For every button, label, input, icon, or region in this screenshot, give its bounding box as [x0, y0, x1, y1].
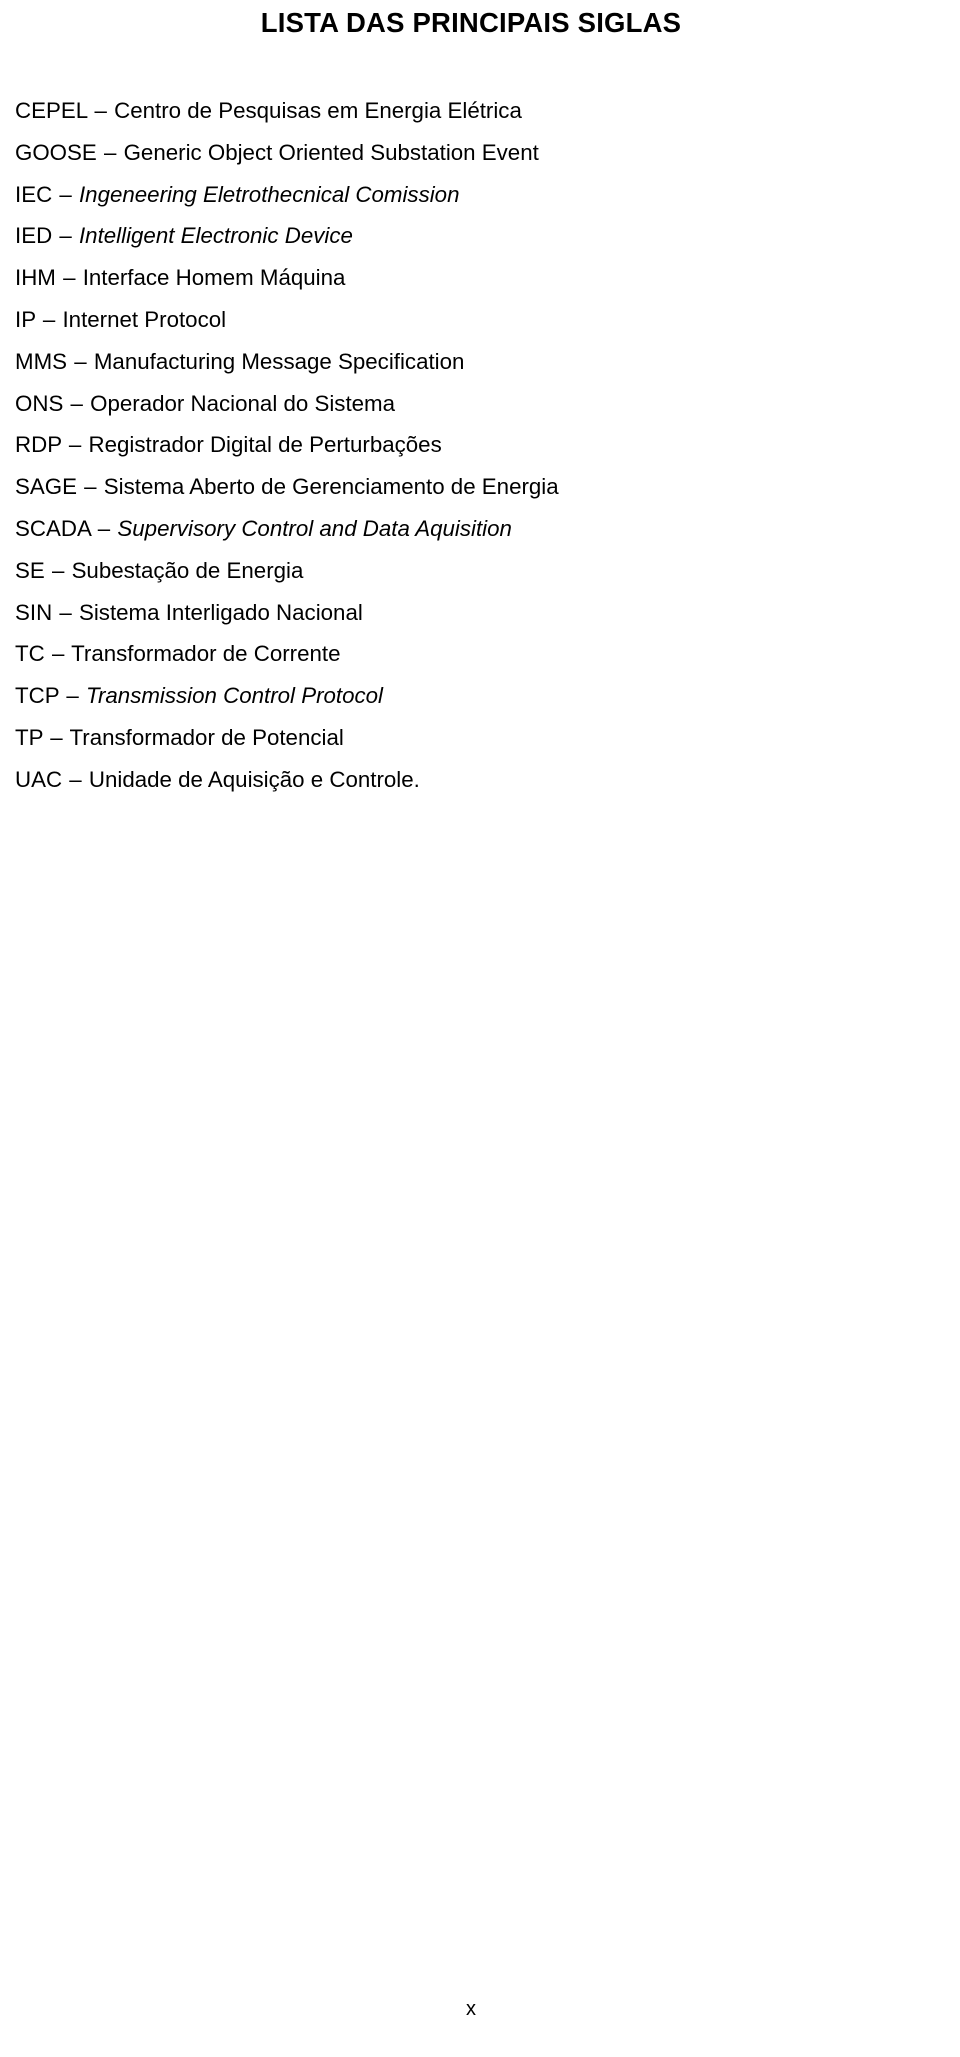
abbreviation-term: SCADA — [15, 515, 91, 541]
list-item: UAC – Unidade de Aquisição e Controle. — [15, 759, 960, 801]
abbreviation-term: IP — [15, 306, 36, 332]
list-item: SE – Subestação de Energia — [15, 550, 960, 592]
dash-separator: – — [63, 265, 76, 291]
list-item: SCADA – Supervisory Control and Data Aqu… — [15, 508, 960, 550]
dash-separator: – — [50, 724, 63, 750]
abbreviation-term: SIN — [15, 599, 53, 625]
abbreviation-definition: Subestação de Energia — [71, 557, 304, 583]
dash-separator: – — [42, 306, 56, 332]
abbreviation-definition: Manufacturing Message Specification — [93, 348, 465, 374]
abbreviation-term: RDP — [15, 432, 62, 458]
list-item: SAGE – Sistema Aberto de Gerenciamento d… — [15, 466, 960, 508]
dash-separator: – — [84, 474, 97, 500]
abbreviation-term: SE — [15, 557, 45, 583]
page-number: x — [466, 1998, 476, 2020]
abbreviation-term: GOOSE — [15, 139, 97, 165]
abbreviation-definition: Interface Homem Máquina — [82, 265, 346, 291]
dash-separator: – — [59, 599, 72, 625]
list-item: MMS – Manufacturing Message Specificatio… — [15, 341, 960, 383]
dash-separator: – — [59, 223, 72, 249]
dash-separator: – — [70, 390, 83, 416]
abbreviation-definition: Registrador Digital de Perturbações — [88, 432, 442, 458]
abbreviation-term: IHM — [15, 265, 56, 291]
abbreviation-list: CEPEL – Centro de Pesquisas em Energia E… — [15, 90, 960, 801]
dash-separator: – — [66, 683, 79, 709]
dash-separator: – — [51, 557, 65, 583]
abbreviation-definition: Transformador de Potencial — [69, 724, 344, 750]
list-item: GOOSE – Generic Object Oriented Substati… — [15, 132, 960, 174]
document-page: LISTA DAS PRINCIPAIS SIGLAS CEPEL – Cent… — [0, 0, 960, 2057]
abbreviation-definition: Sistema Interligado Nacional — [78, 599, 363, 625]
list-item: TC – Transformador de Corrente — [15, 633, 960, 675]
dash-separator: – — [74, 348, 87, 374]
abbreviation-definition: Transformador de Corrente — [71, 641, 341, 667]
list-item: TP – Transformador de Potencial — [15, 717, 960, 759]
list-item: RDP – Registrador Digital de Perturbaçõe… — [15, 424, 960, 466]
abbreviation-term: IEC — [15, 181, 53, 207]
list-item: ONS – Operador Nacional do Sistema — [15, 383, 960, 425]
list-item: TCP – Transmission Control Protocol — [15, 675, 960, 717]
list-item: IED – Intelligent Electronic Device — [15, 215, 960, 257]
dash-separator: – — [103, 139, 117, 165]
abbreviation-definition: Operador Nacional do Sistema — [90, 390, 396, 416]
list-item: SIN – Sistema Interligado Nacional — [15, 592, 960, 634]
abbreviation-definition: Unidade de Aquisição e Controle. — [88, 766, 420, 792]
dash-separator: – — [51, 641, 65, 667]
abbreviation-definition: Transmission Control Protocol — [86, 683, 383, 709]
dash-separator: – — [94, 98, 107, 123]
dash-separator: – — [68, 432, 82, 458]
list-item: IHM – Interface Homem Máquina — [15, 257, 960, 299]
list-item: CEPEL – Centro de Pesquisas em Energia E… — [15, 90, 960, 132]
list-item: IEC – Ingeneering Eletrothecnical Comiss… — [15, 174, 960, 216]
abbreviation-term: ONS — [15, 390, 64, 416]
abbreviation-term: TC — [15, 641, 45, 667]
abbreviation-definition: Internet Protocol — [62, 306, 227, 332]
abbreviation-definition: Centro de Pesquisas em Energia Elétrica — [114, 98, 522, 123]
abbreviation-definition: Generic Object Oriented Substation Event — [123, 139, 539, 165]
dash-separator: – — [69, 766, 82, 792]
abbreviation-definition: Ingeneering Eletrothecnical Comission — [78, 181, 460, 207]
abbreviation-term: TCP — [15, 683, 60, 709]
abbreviation-term: SAGE — [15, 474, 77, 500]
abbreviation-definition: Sistema Aberto de Gerenciamento de Energ… — [103, 474, 559, 500]
abbreviation-definition: Intelligent Electronic Device — [78, 223, 353, 249]
list-item: IP – Internet Protocol — [15, 299, 960, 341]
dash-separator: – — [97, 515, 111, 541]
abbreviation-term: MMS — [15, 348, 68, 374]
abbreviation-term: UAC — [15, 766, 63, 792]
abbreviation-definition: Supervisory Control and Data Aquisition — [117, 515, 512, 541]
page-title: LISTA DAS PRINCIPAIS SIGLAS — [260, 7, 682, 38]
abbreviation-term: TP — [15, 724, 44, 750]
abbreviation-term: CEPEL — [15, 98, 88, 123]
dash-separator: – — [59, 181, 72, 207]
abbreviation-term: IED — [15, 223, 53, 249]
